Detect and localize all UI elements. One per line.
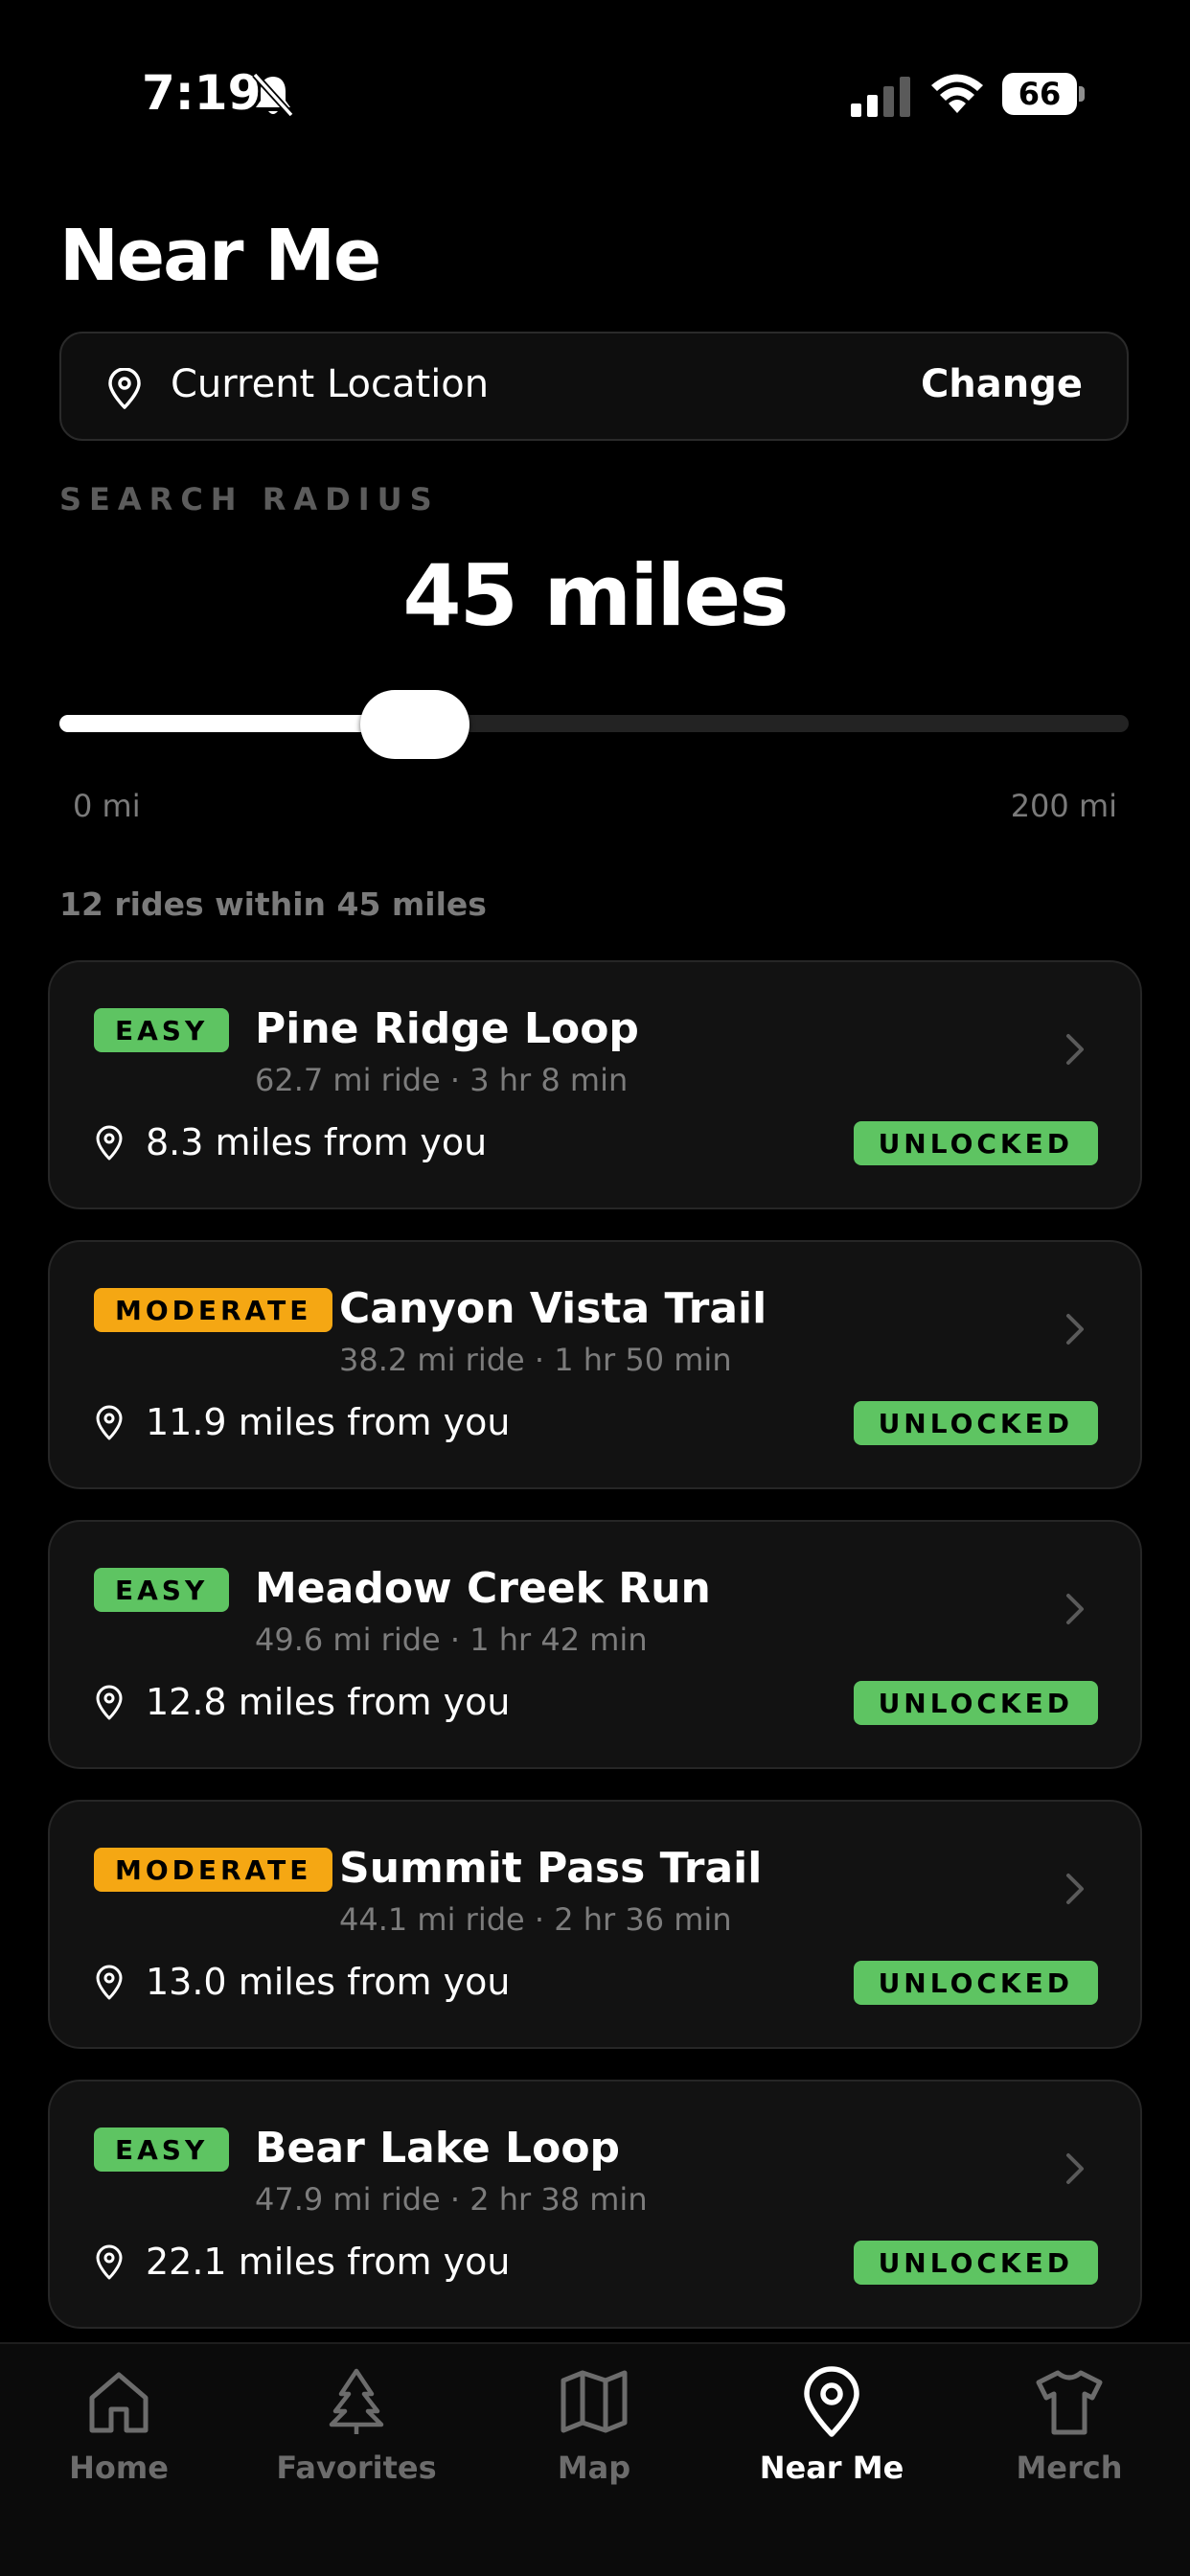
tab-favorites[interactable]: Favorites — [238, 2365, 475, 2538]
ride-name: Canyon Vista Trail — [339, 1284, 767, 1333]
location-pin-icon — [804, 2366, 859, 2437]
radius-slider-thumb[interactable] — [360, 690, 470, 759]
battery-indicator: 66 — [1002, 73, 1085, 115]
tree-icon — [329, 2368, 384, 2434]
distance-from-you: 11.9 miles from you — [146, 1401, 511, 1443]
tab-label: Near Me — [759, 2450, 904, 2486]
chevron-right-icon — [1066, 1034, 1084, 1065]
chevron-right-icon — [1066, 1314, 1084, 1345]
change-location-button[interactable]: Change — [921, 362, 1083, 406]
page-title: Near Me — [59, 215, 381, 297]
difficulty-badge: EASY — [94, 2128, 230, 2172]
tab-map[interactable]: Map — [475, 2365, 713, 2538]
status-badge: UNLOCKED — [853, 1401, 1098, 1445]
ride-card[interactable]: EASY Pine Ridge Loop 62.7 mi ride · 3 hr… — [48, 960, 1142, 1209]
status-badge: UNLOCKED — [853, 1681, 1098, 1725]
shirt-icon — [1036, 2370, 1103, 2435]
ride-card[interactable]: EASY Bear Lake Loop 47.9 mi ride · 2 hr … — [48, 2080, 1142, 2329]
location-pin-icon — [96, 1405, 123, 1440]
distance-from-you: 13.0 miles from you — [146, 1961, 511, 2003]
ride-card[interactable]: MODERATE Canyon Vista Trail 38.2 mi ride… — [48, 1240, 1142, 1489]
cellular-signal-icon — [851, 77, 910, 117]
status-badge: UNLOCKED — [853, 1961, 1098, 2005]
location-pin-icon — [108, 368, 141, 409]
ride-name: Summit Pass Trail — [339, 1844, 763, 1893]
ride-list: EASY Pine Ridge Loop 62.7 mi ride · 3 hr… — [48, 960, 1142, 2359]
tab-label: Favorites — [276, 2450, 437, 2486]
distance-from-you: 8.3 miles from you — [146, 1121, 488, 1163]
ride-name: Meadow Creek Run — [255, 1564, 711, 1613]
location-pin-icon — [96, 1125, 123, 1161]
ride-card[interactable]: EASY Meadow Creek Run 49.6 mi ride · 1 h… — [48, 1520, 1142, 1769]
location-pin-icon — [96, 2244, 123, 2280]
radius-slider-track[interactable] — [59, 715, 1129, 732]
search-radius-label: SEARCH RADIUS — [59, 481, 440, 518]
distance-from-you: 22.1 miles from you — [146, 2241, 511, 2283]
difficulty-badge: MODERATE — [94, 1288, 333, 1332]
search-radius-value: 45 miles — [402, 546, 789, 645]
status-badge: UNLOCKED — [853, 1121, 1098, 1165]
slider-max-label: 200 mi — [1010, 788, 1117, 824]
location-label: Current Location — [171, 362, 490, 406]
ride-meta: 49.6 mi ride · 1 hr 42 min — [255, 1622, 648, 1658]
map-icon — [561, 2370, 628, 2433]
chevron-right-icon — [1066, 1874, 1084, 1904]
ride-meta: 38.2 mi ride · 1 hr 50 min — [339, 1342, 732, 1378]
location-pin-icon — [96, 1965, 123, 2000]
bell-muted-icon — [252, 72, 294, 118]
chevron-right-icon — [1066, 2153, 1084, 2184]
chevron-right-icon — [1066, 1594, 1084, 1624]
location-pin-icon — [96, 1685, 123, 1720]
slider-min-label: 0 mi — [73, 788, 141, 824]
battery-tip — [1079, 86, 1085, 102]
tab-merch[interactable]: Merch — [950, 2365, 1188, 2538]
home-icon — [89, 2372, 149, 2433]
tab-label: Home — [69, 2450, 169, 2486]
results-count: 12 rides within 45 miles — [59, 886, 487, 923]
distance-from-you: 12.8 miles from you — [146, 1681, 511, 1723]
ride-meta: 62.7 mi ride · 3 hr 8 min — [255, 1062, 629, 1098]
status-time: 7:19 — [142, 65, 262, 121]
ride-name: Bear Lake Loop — [255, 2124, 621, 2173]
status-badge: UNLOCKED — [853, 2241, 1098, 2285]
ride-meta: 44.1 mi ride · 2 hr 36 min — [339, 1901, 732, 1938]
tab-bar: Home Favorites Map Near Me Merch — [0, 2342, 1190, 2576]
status-bar: 7:19 66 — [0, 0, 1190, 192]
tab-home[interactable]: Home — [0, 2365, 238, 2538]
difficulty-badge: EASY — [94, 1008, 230, 1052]
difficulty-badge: MODERATE — [94, 1848, 333, 1892]
tab-label: Map — [557, 2450, 631, 2486]
location-selector[interactable]: Current Location Change — [59, 332, 1129, 441]
wifi-icon — [931, 74, 983, 113]
battery-level: 66 — [1002, 73, 1077, 115]
ride-card[interactable]: MODERATE Summit Pass Trail 44.1 mi ride … — [48, 1800, 1142, 2049]
tab-label: Merch — [1016, 2450, 1123, 2486]
ride-meta: 47.9 mi ride · 2 hr 38 min — [255, 2181, 648, 2218]
ride-name: Pine Ridge Loop — [255, 1004, 639, 1053]
difficulty-badge: EASY — [94, 1568, 230, 1612]
tab-near-me[interactable]: Near Me — [713, 2365, 950, 2538]
